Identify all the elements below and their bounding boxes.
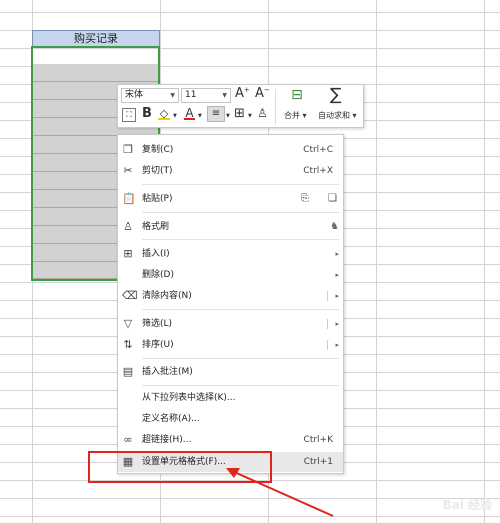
watermark: Bai 经验	[442, 498, 492, 512]
annotation-arrow	[226, 468, 334, 517]
